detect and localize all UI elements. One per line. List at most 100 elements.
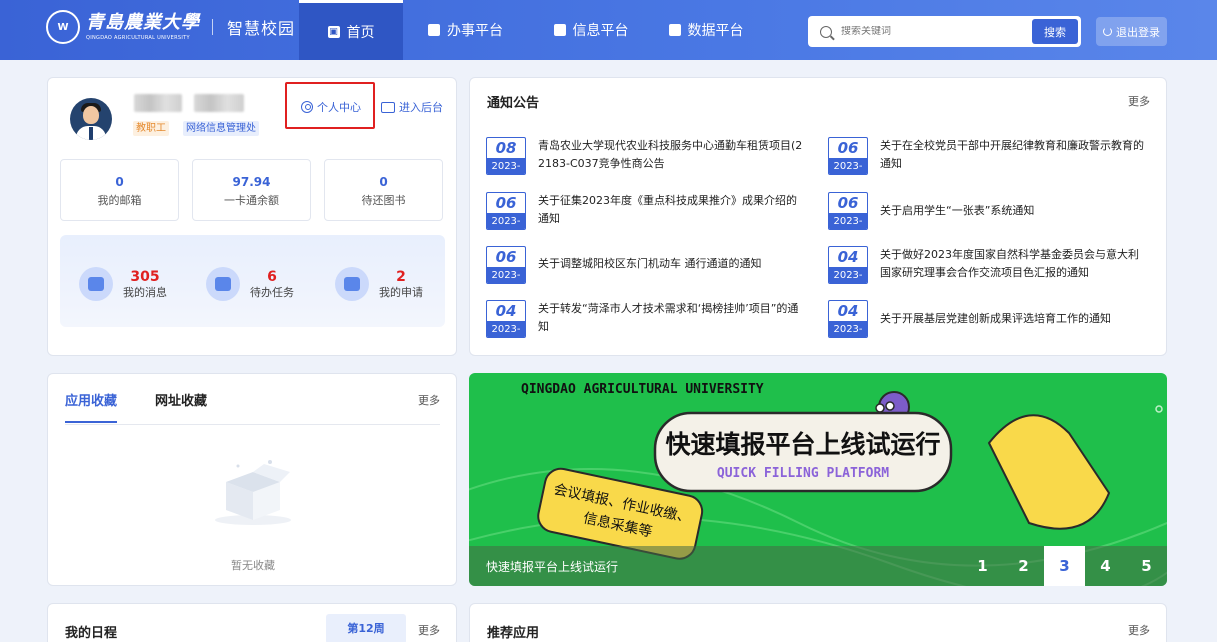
- notice-item[interactable]: 042023-04 关于开展基层党建创新成果评选培育工作的通知: [828, 300, 1146, 338]
- pager-page-1[interactable]: 1: [962, 546, 1003, 586]
- calendar-check-icon: [206, 267, 240, 301]
- nav-home[interactable]: ▣ 首页: [299, 0, 403, 60]
- stat-label: 我的邮箱: [97, 194, 142, 207]
- schedule-more-link[interactable]: 更多: [418, 622, 440, 638]
- department-badge: 网络信息管理处: [183, 121, 259, 136]
- search-bar: 搜索: [808, 16, 1081, 47]
- monitor-icon: [381, 101, 395, 113]
- notice-item[interactable]: 082023-04 青岛农业大学现代农业科技服务中心通勤车租赁项目(2 2183…: [486, 137, 804, 175]
- promo-banner[interactable]: QINGDAO AGRICULTURAL UNIVERSITY 快速填报平台上线…: [469, 373, 1167, 586]
- notice-title: 通知公告: [487, 96, 540, 111]
- banner-footer: 快速填报平台上线试运行 1 2 3 4 5: [469, 546, 1167, 586]
- chart-icon: [668, 24, 681, 36]
- date-badge: 062023-04: [486, 246, 526, 284]
- nav-services[interactable]: 办事平台: [403, 0, 528, 60]
- logout-button[interactable]: 退出登录: [1096, 17, 1167, 46]
- notice-card: 通知公告 更多 082023-04 青岛农业大学现代农业科技服务中心通勤车租赁项…: [469, 77, 1167, 356]
- todo-tasks[interactable]: 6 待办任务: [206, 267, 294, 301]
- admin-backend-link[interactable]: 进入后台: [381, 99, 443, 115]
- nav-services-label: 办事平台: [447, 23, 503, 39]
- message-count: 305: [130, 268, 160, 285]
- notice-text: 关于做好2023年度国家自然科学基金委员会与意大利国家研究理事会合作交流项目色汇…: [880, 248, 1139, 279]
- notice-more-link[interactable]: 更多: [1128, 93, 1150, 109]
- university-seal-icon: W: [46, 10, 80, 44]
- date-badge: 042023-04: [828, 300, 868, 338]
- stat-mailbox[interactable]: 0 我的邮箱: [60, 159, 179, 221]
- application-count: 2: [396, 268, 406, 285]
- logo-chinese: 青島農業大學: [86, 12, 200, 33]
- role-badge: 教职工: [133, 121, 169, 136]
- week-selector[interactable]: 第12周: [326, 614, 406, 642]
- user-id-redacted: [194, 94, 244, 112]
- top-header: W 青島農業大學 QINGDAO AGRICULTURAL UNIVERSITY…: [0, 0, 1217, 60]
- nav-data[interactable]: 数据平台: [654, 0, 758, 60]
- personal-center-label: 个人中心: [317, 101, 361, 114]
- stat-label: 一卡通余额: [224, 194, 279, 207]
- nav-home-label: 首页: [346, 24, 375, 41]
- application-label: 我的申请: [379, 285, 423, 299]
- logo[interactable]: W 青島農業大學 QINGDAO AGRICULTURAL UNIVERSITY…: [46, 10, 295, 44]
- schedule-card: 我的日程 第12周 更多: [47, 603, 457, 642]
- date-badge: 042023-04: [486, 300, 526, 338]
- chat-icon: [79, 267, 113, 301]
- main-nav: ▣ 首页 办事平台 信息平台 数据平台: [299, 0, 758, 60]
- recommended-more-link[interactable]: 更多: [1128, 622, 1150, 638]
- stat-card-balance[interactable]: 97.94 一卡通余额: [192, 159, 311, 221]
- document-icon: [553, 24, 566, 36]
- stat-value: 97.94: [232, 175, 271, 189]
- search-icon: [820, 25, 832, 38]
- notice-text: 关于开展基层党建创新成果评选培育工作的通知: [880, 312, 1111, 325]
- notice-text: 关于转发“菏泽市人才技术需求和‘揭榜挂帅’项目”的通知: [538, 302, 799, 333]
- date-badge: 062023-04: [828, 192, 868, 230]
- notice-text: 青岛农业大学现代农业科技服务中心通勤车租赁项目(2 2183-C037竞争性商公…: [538, 139, 803, 170]
- avatar[interactable]: [70, 98, 112, 140]
- personal-center-link[interactable]: 个人中心: [301, 99, 361, 115]
- notice-item[interactable]: 042023-04 关于转发“菏泽市人才技术需求和‘揭榜挂帅’项目”的通知: [486, 300, 804, 338]
- pager-page-5[interactable]: 5: [1126, 546, 1167, 586]
- nav-info[interactable]: 信息平台: [528, 0, 654, 60]
- notice-item[interactable]: 062023-04 关于启用学生“一张表”系统通知: [828, 192, 1146, 230]
- banner-headline-en: QUICK FILLING PLATFORM: [717, 466, 889, 481]
- logout-label: 退出登录: [1116, 25, 1160, 39]
- nav-info-label: 信息平台: [572, 23, 629, 39]
- tab-url-favorites[interactable]: 网址收藏: [155, 390, 207, 423]
- my-messages[interactable]: 305 我的消息: [79, 267, 167, 301]
- favorites-more-link[interactable]: 更多: [418, 392, 440, 408]
- stat-value: 0: [115, 175, 124, 189]
- power-icon: [1103, 27, 1112, 36]
- home-icon: ▣: [327, 25, 340, 38]
- notice-item[interactable]: 062023-04 关于调整城阳校区东门机动车 通行通道的通知: [486, 246, 804, 284]
- tab-app-favorites[interactable]: 应用收藏: [65, 390, 118, 423]
- banner-headline: 快速填报平台上线试运行: [665, 430, 940, 459]
- my-applications[interactable]: 2 我的申请: [335, 267, 423, 301]
- nav-data-label: 数据平台: [687, 23, 744, 39]
- notice-text: 关于征集2023年度《重点科技成果推介》成果介绍的通知: [538, 194, 797, 225]
- user-circle-icon: [301, 101, 313, 113]
- search-input[interactable]: [841, 26, 1021, 37]
- tab-divider: [65, 424, 440, 425]
- search-button[interactable]: 搜索: [1032, 19, 1078, 44]
- pager-page-3[interactable]: 3: [1044, 546, 1085, 586]
- date-badge: 042023-04: [828, 246, 868, 284]
- logo-divider: [212, 19, 213, 35]
- logo-text: 青島農業大學 QINGDAO AGRICULTURAL UNIVERSITY: [86, 12, 200, 42]
- user-name-redacted: [134, 94, 182, 112]
- notice-text: 关于调整城阳校区东门机动车 通行通道的通知: [538, 257, 762, 270]
- stat-books-due[interactable]: 0 待还图书: [324, 159, 443, 221]
- date-badge: 082023-04: [486, 137, 526, 175]
- banner-university-text: QINGDAO AGRICULTURAL UNIVERSITY: [521, 382, 764, 397]
- date-badge: 062023-04: [828, 137, 868, 175]
- message-panel: 305 我的消息 6 待办任务 2 我的申请: [60, 235, 445, 327]
- admin-backend-label: 进入后台: [399, 101, 443, 114]
- clipboard-icon: [335, 267, 369, 301]
- date-badge: 062023-04: [486, 192, 526, 230]
- notice-item[interactable]: 042023-04 关于做好2023年度国家自然科学基金委员会与意大利国家研究理…: [828, 246, 1146, 284]
- notice-text: 关于在全校党员干部中开展纪律教育和廉政警示教育的通知: [880, 139, 1144, 170]
- pager-page-2[interactable]: 2: [1003, 546, 1044, 586]
- empty-state-text: 暂无收藏: [231, 559, 275, 572]
- banner-pager: 1 2 3 4 5: [962, 546, 1167, 586]
- notice-item[interactable]: 062023-04 关于征集2023年度《重点科技成果推介》成果介绍的通知: [486, 192, 804, 230]
- recommended-apps-card: 推荐应用 更多: [469, 603, 1167, 642]
- pager-page-4[interactable]: 4: [1085, 546, 1126, 586]
- notice-item[interactable]: 062023-04 关于在全校党员干部中开展纪律教育和廉政警示教育的通知: [828, 137, 1146, 175]
